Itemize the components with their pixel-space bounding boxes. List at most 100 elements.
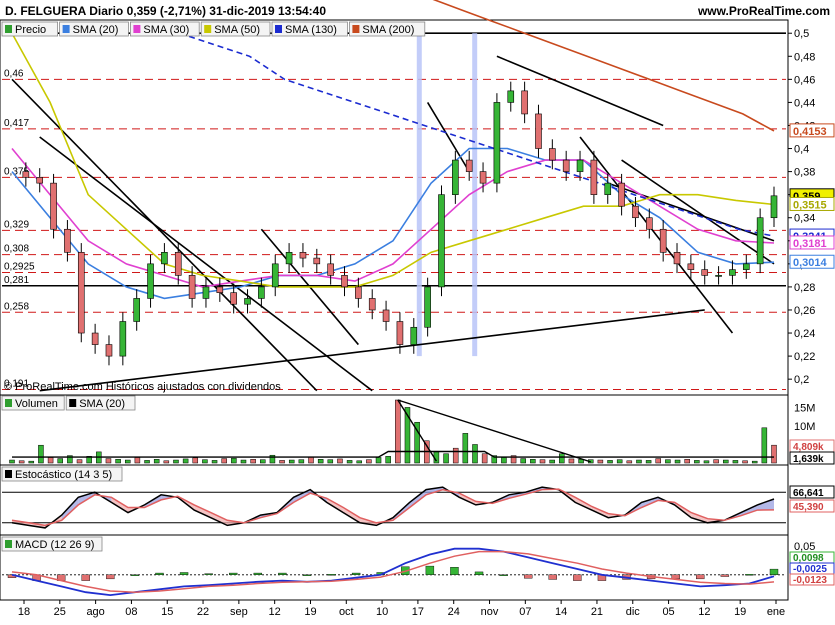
x-axis-label: 21 — [591, 606, 603, 618]
stoch-legend-swatch — [5, 470, 12, 478]
volume-bar — [501, 457, 507, 464]
macd-axis-label: 0,05 — [794, 541, 815, 553]
candle-body — [438, 194, 445, 288]
volume-legend-swatch — [69, 399, 77, 407]
candle-body — [258, 286, 265, 299]
macd-histogram-bar — [499, 574, 508, 576]
price-axis-label: 0,46 — [794, 74, 815, 86]
macd-legend-swatch — [5, 540, 12, 548]
volume-bar — [124, 459, 131, 464]
x-axis-label: 07 — [519, 606, 531, 618]
macd-histogram-bar — [671, 574, 680, 580]
volume-bar — [144, 460, 150, 464]
left-level-label: 0,308 — [4, 244, 29, 255]
volume-bar — [481, 453, 488, 464]
price-axis-label: 0,48 — [794, 51, 815, 63]
candle-body — [756, 217, 764, 265]
candle-body — [535, 113, 542, 149]
macd-histogram-bar — [548, 574, 557, 580]
volume-bar — [645, 460, 652, 464]
candle-body — [632, 205, 639, 219]
candle-body — [424, 286, 431, 328]
macd-histogram-bar — [327, 574, 336, 576]
volume-bar — [260, 459, 266, 464]
candle-body — [604, 182, 612, 195]
candle-body — [452, 159, 459, 195]
price-axis-label: 0,24 — [794, 328, 815, 340]
price-axis-label: 0,26 — [794, 305, 815, 317]
macd-histogram-bar — [523, 574, 533, 579]
candle-body — [133, 298, 140, 322]
volume-bar — [395, 399, 401, 464]
volume-bar — [192, 457, 199, 464]
macd-histogram-bar — [573, 574, 582, 581]
x-axis-label: ene — [767, 606, 785, 618]
macd-histogram-bar — [106, 574, 115, 580]
x-axis-label: 15 — [161, 606, 173, 618]
copyright-note: © ProRealTime.com Históricos ajustados c… — [4, 381, 281, 393]
candle-body — [742, 263, 750, 270]
macd-line-label: -0,0025 — [793, 564, 827, 575]
price-legend-swatch — [5, 25, 12, 33]
candle-body — [105, 344, 113, 357]
price-legend-swatch — [204, 25, 212, 33]
price-legend-swatch — [275, 25, 282, 33]
chart-root: D. FELGUERA Diario 0,359 (-2,71%) 31-dic… — [0, 0, 835, 620]
x-axis-label: 08 — [125, 606, 137, 618]
price-axis-label: 0,2 — [794, 374, 809, 386]
candle-body — [313, 257, 321, 265]
price-value-label: 0,3014 — [793, 257, 828, 269]
macd-histogram-bar — [81, 574, 90, 581]
macd-histogram-bar — [179, 572, 189, 575]
price-value-label: 0,3515 — [793, 199, 827, 211]
volume-bar — [520, 458, 526, 464]
volume-bar — [57, 458, 63, 464]
volume-bar — [568, 458, 575, 464]
candle-body — [701, 269, 709, 276]
left-level-label: 0,46 — [4, 68, 24, 79]
candle-body — [285, 252, 293, 265]
candle-body — [50, 182, 57, 230]
x-axis-label: 25 — [54, 606, 66, 618]
candle-body — [396, 321, 404, 345]
volume-bar — [356, 460, 362, 464]
price-legend-swatch — [62, 25, 70, 33]
candle-body — [341, 275, 348, 288]
x-axis-label: sep — [230, 606, 248, 618]
volume-bar — [539, 459, 546, 464]
volume-bar — [616, 459, 623, 464]
volume-bar — [9, 459, 15, 464]
macd-histogram-bar — [450, 567, 459, 576]
volume-bar — [607, 460, 613, 464]
x-axis-label: 05 — [662, 606, 674, 618]
x-axis-label: 10 — [376, 606, 388, 618]
volume-bar — [674, 459, 681, 464]
macd-histogram-bar — [302, 574, 312, 576]
volume-bar — [298, 459, 305, 464]
price-axis-label: 0,5 — [794, 28, 809, 40]
volume-bar — [115, 459, 121, 464]
x-axis-label: 19 — [734, 606, 746, 618]
candle-body — [147, 263, 154, 299]
volume-bar — [231, 457, 237, 464]
stoch-legend-label: Estocástico (14 3 5) — [15, 469, 112, 481]
volume-bar — [655, 458, 662, 464]
macd-panel — [0, 534, 789, 601]
x-axis-label: 12 — [698, 606, 710, 618]
stoch-d-label: 45,390 — [793, 502, 824, 513]
price-legend-swatch — [133, 25, 141, 33]
price-axis-label: 0,28 — [794, 282, 815, 294]
macd-histogram-bar — [425, 565, 435, 575]
macd-histogram-bar — [130, 574, 140, 576]
volume-bar — [182, 458, 189, 464]
x-axis-label: 18 — [18, 606, 30, 618]
volume-bar — [308, 456, 314, 464]
candle-body — [230, 292, 237, 305]
volume-axis-label: 15M — [794, 402, 815, 414]
volume-bar — [626, 460, 633, 464]
volume-bar — [443, 453, 449, 464]
volume-bar — [742, 460, 748, 464]
macd-histogram-bar — [229, 572, 238, 575]
volume-bar — [462, 433, 469, 464]
volume-bar — [703, 460, 710, 464]
